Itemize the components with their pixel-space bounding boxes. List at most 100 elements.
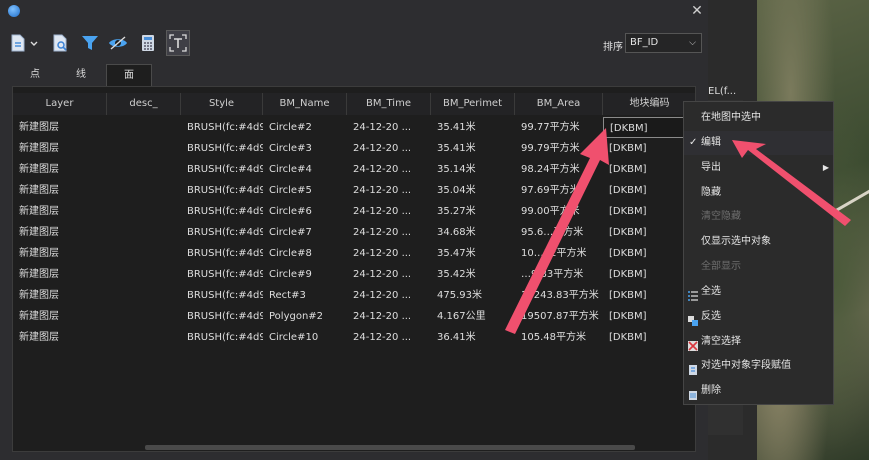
column-header[interactable]: BM_Time — [347, 93, 431, 115]
table-cell[interactable]: 24-12-20 ... — [347, 180, 431, 201]
table-cell[interactable]: Polygon#2 — [263, 306, 347, 327]
table-cell[interactable]: BRUSH(fc:#4d9 — [181, 201, 263, 222]
table-cell[interactable]: BRUSH(fc:#4d9 — [181, 285, 263, 306]
table-cell[interactable]: Circle#5 — [263, 180, 347, 201]
table-row[interactable]: 新建图层 BRUSH(fc:#4d9 Circle#7 24-12-20 ... 34.… — [13, 222, 695, 243]
table-cell[interactable] — [107, 159, 181, 180]
table-cell[interactable]: BRUSH(fc:#4d9 — [181, 159, 263, 180]
table-cell[interactable]: 新建图层 — [13, 117, 107, 138]
zoom-doc-button[interactable] — [48, 30, 72, 56]
table-cell[interactable]: 34.68米 — [431, 222, 515, 243]
table-cell[interactable] — [107, 138, 181, 159]
table-cell[interactable]: 24-12-20 ... — [347, 306, 431, 327]
table-cell[interactable]: 98.24平方米 — [515, 159, 603, 180]
table-cell[interactable] — [107, 264, 181, 285]
table-cell[interactable]: 99.79平方米 — [515, 138, 603, 159]
column-header[interactable]: desc_ — [107, 93, 181, 115]
table-cell[interactable]: BRUSH(fc:#4d9 — [181, 327, 263, 348]
table-cell[interactable]: 新建图层 — [13, 306, 107, 327]
table-cell[interactable]: 24-12-20 ... — [347, 117, 431, 138]
table-cell[interactable]: 24-12-20 ... — [347, 243, 431, 264]
text-frame-button[interactable] — [166, 30, 190, 56]
context-menu-item[interactable]: 仅显示选中对象 — [684, 230, 833, 254]
table-cell[interactable]: BRUSH(fc:#4d9 — [181, 117, 263, 138]
table-cell[interactable]: Circle#7 — [263, 222, 347, 243]
context-menu-item[interactable]: 在地图中选中 — [684, 106, 833, 130]
table-cell[interactable] — [107, 327, 181, 348]
table-cell[interactable]: 19507.87平方米 — [515, 306, 603, 327]
table-cell[interactable]: BRUSH(fc:#4d9 — [181, 306, 263, 327]
export-doc-button[interactable] — [8, 30, 40, 56]
table-cell[interactable]: Circle#8 — [263, 243, 347, 264]
calculator-button[interactable] — [136, 30, 160, 56]
table-cell[interactable]: 新建图层 — [13, 285, 107, 306]
table-cell[interactable]: 24-12-20 ... — [347, 222, 431, 243]
table-cell[interactable]: 24-12-20 ... — [347, 264, 431, 285]
table-cell[interactable]: 35.14米 — [431, 159, 515, 180]
table-cell[interactable]: 新建图层 — [13, 222, 107, 243]
table-cell[interactable]: BRUSH(fc:#4d9 — [181, 243, 263, 264]
context-menu-item[interactable]: 反选 — [684, 305, 833, 329]
table-cell[interactable]: Circle#2 — [263, 117, 347, 138]
table-cell[interactable]: 新建图层 — [13, 243, 107, 264]
table-cell[interactable]: 99.77平方米 — [515, 117, 603, 138]
table-cell[interactable]: 35.04米 — [431, 180, 515, 201]
table-cell[interactable]: BRUSH(fc:#4d9 — [181, 264, 263, 285]
table-row[interactable]: 新建图层 BRUSH(fc:#4d9 Circle#10 24-12-20 ... 36… — [13, 327, 695, 348]
table-cell[interactable] — [107, 285, 181, 306]
table-cell[interactable]: 475.93米 — [431, 285, 515, 306]
table-cell[interactable]: 35.42米 — [431, 264, 515, 285]
table-cell[interactable]: Rect#3 — [263, 285, 347, 306]
column-header[interactable]: BM_Name — [263, 93, 347, 115]
table-row[interactable]: 新建图层 BRUSH(fc:#4d9 Circle#9 24-12-20 ... 35.… — [13, 264, 695, 285]
table-cell[interactable] — [107, 117, 181, 138]
table-cell[interactable]: 新建图层 — [13, 327, 107, 348]
horizontal-scrollbar[interactable] — [145, 445, 635, 450]
table-cell[interactable]: BRUSH(fc:#4d9 — [181, 180, 263, 201]
table-cell[interactable]: 4.167公里 — [431, 306, 515, 327]
table-cell[interactable] — [107, 201, 181, 222]
context-menu-item[interactable]: 全选 — [684, 280, 833, 304]
table-row[interactable]: 新建图层 BRUSH(fc:#4d9 Circle#2 24-12-20 ... 35.… — [13, 117, 695, 138]
table-cell[interactable]: 35.41米 — [431, 138, 515, 159]
context-menu-item[interactable]: 隐藏 — [684, 181, 833, 205]
context-menu-item[interactable]: ✓ 编辑 — [684, 131, 833, 155]
table-cell[interactable]: 99.00平方米 — [515, 201, 603, 222]
column-header[interactable]: Layer — [13, 93, 107, 115]
table-cell[interactable] — [107, 243, 181, 264]
context-menu-item[interactable]: 导出 ▶ — [684, 156, 833, 180]
table-cell[interactable]: Circle#9 — [263, 264, 347, 285]
table-cell[interactable]: …9.83平方米 — [515, 264, 603, 285]
table-cell[interactable]: 新建图层 — [13, 264, 107, 285]
table-cell[interactable]: 24-12-20 ... — [347, 159, 431, 180]
table-cell[interactable]: 24-12-20 ... — [347, 201, 431, 222]
table-cell[interactable]: 新建图层 — [13, 159, 107, 180]
table-row[interactable]: 新建图层 BRUSH(fc:#4d9 Polygon#2 24-12-20 ... 4.… — [13, 306, 695, 327]
table-cell[interactable]: 24-12-20 ... — [347, 285, 431, 306]
tab-line[interactable]: 线 — [58, 64, 104, 86]
table-cell[interactable]: Circle#4 — [263, 159, 347, 180]
context-menu-item[interactable]: 删除 — [684, 379, 833, 403]
table-cell[interactable]: BRUSH(fc:#4d9 — [181, 222, 263, 243]
table-cell[interactable]: 35.27米 — [431, 201, 515, 222]
table-cell[interactable]: 105.48平方米 — [515, 327, 603, 348]
table-cell[interactable] — [107, 222, 181, 243]
table-cell[interactable]: 97.69平方米 — [515, 180, 603, 201]
table-cell[interactable]: Circle#6 — [263, 201, 347, 222]
table-cell[interactable] — [107, 180, 181, 201]
context-menu-item[interactable]: 对选中对象字段赋值 — [684, 354, 833, 378]
table-row[interactable]: 新建图层 BRUSH(fc:#4d9 Circle#4 24-12-20 ... 35.… — [13, 159, 695, 180]
table-cell[interactable]: 35.47米 — [431, 243, 515, 264]
table-row[interactable]: 新建图层 BRUSH(fc:#4d9 Circle#5 24-12-20 ... 35.… — [13, 180, 695, 201]
table-cell[interactable]: BRUSH(fc:#4d9 — [181, 138, 263, 159]
table-row[interactable]: 新建图层 BRUSH(fc:#4d9 Circle#3 24-12-20 ... 35.… — [13, 138, 695, 159]
table-cell[interactable]: 新建图层 — [13, 180, 107, 201]
close-button[interactable]: ✕ — [689, 3, 705, 19]
context-menu-item[interactable]: 清空选择 — [684, 330, 833, 354]
tab-point[interactable]: 点 — [12, 64, 58, 86]
filter-button[interactable] — [78, 30, 102, 56]
table-cell[interactable]: 24-12-20 ... — [347, 327, 431, 348]
table-cell[interactable]: Circle#10 — [263, 327, 347, 348]
visibility-button[interactable] — [106, 30, 130, 56]
table-cell[interactable]: 13243.83平方米 — [515, 285, 603, 306]
